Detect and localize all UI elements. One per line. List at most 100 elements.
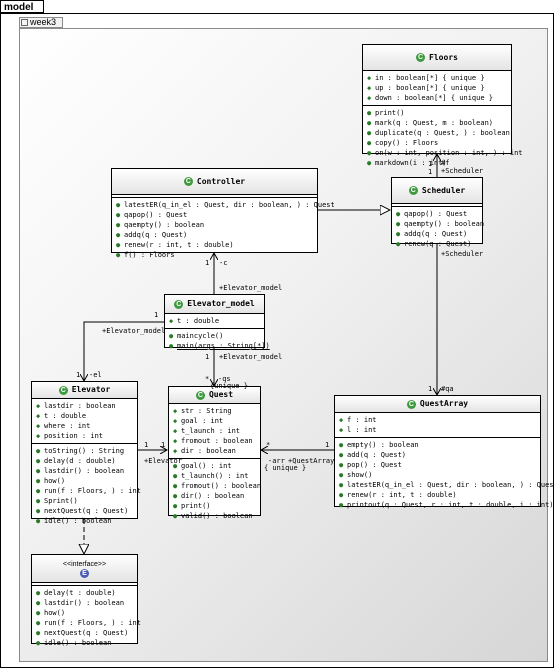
class-header: C Floors xyxy=(363,45,511,71)
multiplicity-label: 1 xyxy=(428,160,433,168)
multiplicity-label: 1 xyxy=(144,441,149,449)
operation: ● nextQuest(q : Quest) xyxy=(36,507,129,515)
class-header: <<interface>> E xyxy=(32,555,137,583)
class-icon: C xyxy=(416,53,426,62)
class-icon: C xyxy=(174,299,184,309)
attribute: ◆ str : String xyxy=(173,407,232,415)
operation: ● renew(r : int, t : double) xyxy=(116,241,234,249)
operation: ● lastdir() : boolean xyxy=(36,599,125,607)
role-label: +Elevator_model xyxy=(219,353,283,361)
operations-section: ● latestER(q_in_el : Quest, dir : boolean… xyxy=(112,198,335,262)
attribute: ◆ in : boolean[*] { unique } xyxy=(367,74,485,82)
role-label: +Scheduler xyxy=(441,250,484,258)
interface-e[interactable]: <<interface>> E ● delay(t : double) ● last… xyxy=(31,554,141,647)
operation: ● delay(d : double) xyxy=(36,457,116,465)
multiplicity-label: 1 xyxy=(76,371,81,379)
class-icon: C xyxy=(195,390,205,400)
class-icon: C xyxy=(58,385,68,395)
attributes-section: ◆ str : String ◆ goal : int ◆ t_launch : in… xyxy=(169,404,260,459)
attribute: ◆ dir : boolean xyxy=(173,447,236,455)
attribute: ◆ up : boolean[*] { unique } xyxy=(367,84,485,92)
operation: ● toString() : String xyxy=(36,447,125,455)
operation: ● pop() : Quest xyxy=(339,461,402,469)
operation: ● addq(q : Quest) xyxy=(116,231,188,239)
operations-section: ● empty() : boolean ● add(q : Quest) ● pop(… xyxy=(335,438,554,512)
operation: ● how() xyxy=(36,477,66,485)
attribute: ◆ f : int xyxy=(339,416,377,424)
operation: ● print() xyxy=(367,109,405,117)
operation: ● main(args : String[*]) xyxy=(169,342,270,350)
operation: ● idle() : boolean xyxy=(36,639,112,647)
attribute: ◆ t : double xyxy=(169,317,220,325)
class-elevator[interactable]: C Elevator ◆ lastdir : boolean ◆ t : double… xyxy=(31,381,141,525)
class-questarray[interactable]: C QuestArray ◆ f : int ◆ l : int ● empty() :… xyxy=(334,395,554,509)
attribute: ◆ lastdir : boolean xyxy=(36,402,116,410)
role-label: #qa xyxy=(441,385,454,393)
operation: ● print() xyxy=(173,502,211,510)
class-icon: C xyxy=(183,177,193,186)
operation: ● empty() : boolean xyxy=(339,441,419,449)
class-name: Elevator xyxy=(71,385,111,394)
operation: ● lastdir() : boolean xyxy=(36,467,125,475)
operations-section: ● goal() : int ● t_launch() : int ● fromout… xyxy=(169,459,262,523)
operations-section: ● print() ● mark(q : Quest, m : boolean) ●… xyxy=(363,106,523,170)
operations-section: ● toString() : String ● delay(d : double) … xyxy=(32,444,141,528)
constraint-label: {unique } xyxy=(210,382,248,390)
multiplicity-label: 1 xyxy=(205,259,210,267)
multiplicity-label: 1 xyxy=(161,441,166,449)
operation: ● latestER(q_in_el : Quest, dir : boolean… xyxy=(116,201,335,209)
role-label: +Elevator_model xyxy=(102,327,166,335)
attribute: ◆ down : boolean[*] { unique } xyxy=(367,94,494,102)
operation: ● idle() : boolean xyxy=(36,517,112,525)
class-name: Floors xyxy=(429,52,458,62)
class-icon: C xyxy=(406,399,416,409)
attribute: ◆ fromout : boolean xyxy=(173,437,253,445)
attribute: ◆ where : int xyxy=(36,422,91,430)
stereotype-label: <<interface>> xyxy=(62,560,107,568)
multiplicity-label: 1 xyxy=(428,168,433,176)
operation: ● on(w : int, position : int, ) : int xyxy=(367,149,523,157)
operation: ● fromout() : boolean xyxy=(173,482,262,490)
class-header: C Scheduler xyxy=(392,178,482,204)
attributes-section: ◆ in : boolean[*] { unique } ◆ up : boolea… xyxy=(363,71,511,106)
operation: ● addq(q : Quest) xyxy=(396,230,468,238)
class-header: C QuestArray xyxy=(335,396,540,413)
operation: ● how() xyxy=(36,609,66,617)
attributes-section: ◆ lastdir : boolean ◆ t : double ◆ where : … xyxy=(32,399,137,444)
class-scheduler[interactable]: C Scheduler ● qapop() : Quest ● qaempty() :… xyxy=(391,177,484,248)
operation: ● nextQuest(q : Quest) xyxy=(36,629,129,637)
operation: ● delay(t : double) xyxy=(36,589,116,597)
class-icon: C xyxy=(408,186,418,195)
class-quest[interactable]: C Quest ◆ str : String ◆ goal : int ◆ t_laun… xyxy=(168,386,261,520)
class-header: C Elevator xyxy=(32,382,137,399)
operation: ● show() xyxy=(339,471,373,479)
operation: ● Sprint() xyxy=(36,497,78,505)
class-controller[interactable]: C Controller ● latestER(q_in_el : Quest, d… xyxy=(111,168,335,259)
role-label: -el xyxy=(89,371,102,379)
multiplicity-label: 1 xyxy=(205,353,210,361)
operation: ● qapop() : Quest xyxy=(116,211,188,219)
operation: ● printout(q : Quest, r : int, t : double… xyxy=(339,501,554,509)
class-floors[interactable]: C Floors ◆ in : boolean[*] { unique } ◆ up … xyxy=(362,44,523,167)
role-label: +Scheduler xyxy=(441,167,484,175)
role-label: #f xyxy=(441,159,450,167)
operations-section: ● delay(t : double) ● lastdir() : boolean … xyxy=(32,586,141,650)
operations-section: ● qapop() : Quest ● qaempty() : boolean ● a… xyxy=(392,207,485,251)
operation: ● add(q : Quest) xyxy=(339,451,407,459)
operation: ● renew(q : Quest) xyxy=(396,240,472,248)
operation: ● qaempty() : boolean xyxy=(396,220,485,228)
constraint-label: { unique } xyxy=(264,464,307,472)
interface-icon: E xyxy=(80,568,89,578)
role-label: -c xyxy=(219,259,228,267)
class-elevator-model[interactable]: C Elevator_model ◆ t : double ● maincycle()… xyxy=(164,294,270,350)
attribute: ◆ l : int xyxy=(339,426,377,434)
operation: ● renew(r : int, t : double) xyxy=(339,491,457,499)
attributes-section: ◆ t : double xyxy=(165,314,264,329)
attributes-section: ◆ f : int ◆ l : int xyxy=(335,413,540,438)
operation: ● markdown(i : int) xyxy=(367,159,447,167)
role-label: +Elevator_model xyxy=(219,284,283,292)
operations-section: ● maincycle() ● main(args : String[*]) xyxy=(165,329,270,353)
operation: ● maincycle() xyxy=(169,332,224,340)
class-name: Controller xyxy=(196,176,246,186)
operation: ● run(f : Floors, ) : int xyxy=(36,487,141,495)
